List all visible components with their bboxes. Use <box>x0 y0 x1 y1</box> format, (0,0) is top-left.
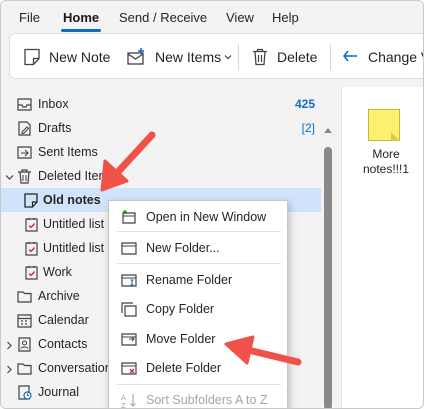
arrow-to-move-folder <box>224 335 302 366</box>
arrow-to-old-notes <box>100 131 156 192</box>
outlook-window: File Home Send / Receive View Help New N… <box>0 0 424 409</box>
annotation-arrows <box>100 131 302 366</box>
